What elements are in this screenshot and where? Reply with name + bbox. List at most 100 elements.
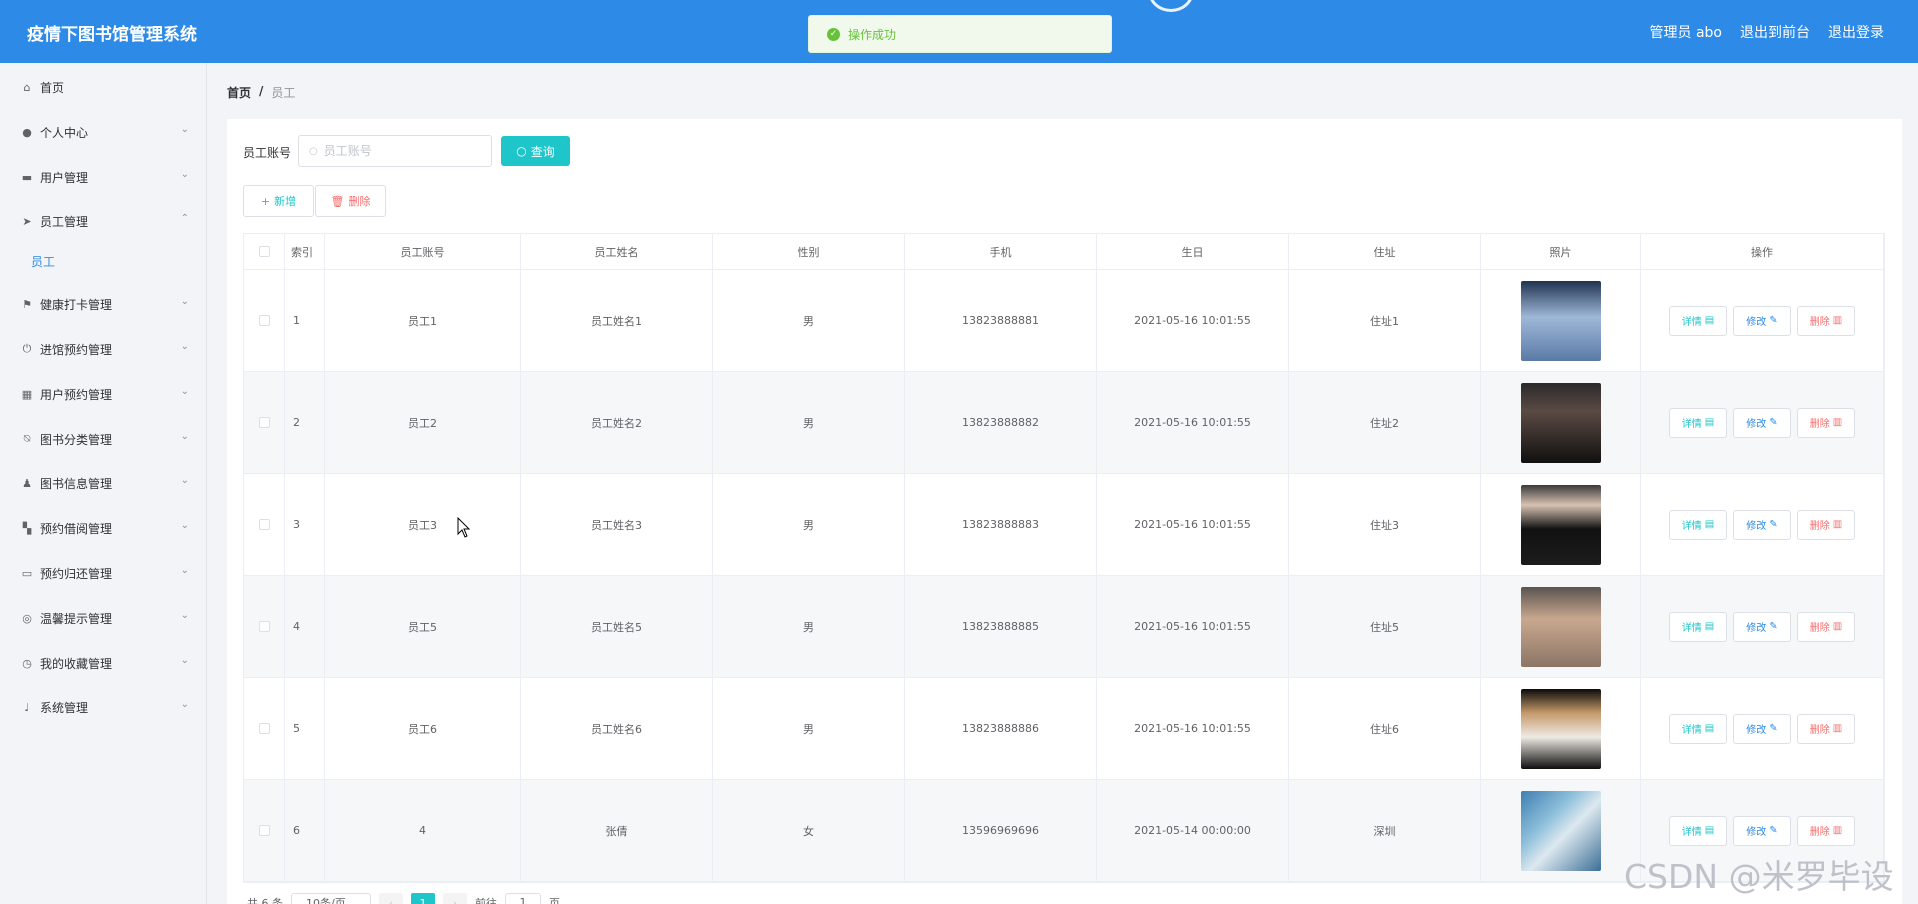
row-checkbox[interactable] xyxy=(258,315,270,326)
chevron-down-icon: ⌄ xyxy=(180,520,189,531)
table-row: 3 员工3 员工姓名3 男 13823888883 2021-05-16 10:… xyxy=(244,474,1884,576)
sidebar-item-label: 预约归还管理 xyxy=(40,566,113,581)
chevron-down-icon: ⌄ xyxy=(180,475,189,486)
delete-button[interactable]: 删除 ▥ xyxy=(1797,509,1855,540)
staff-photo xyxy=(1520,382,1601,463)
search-icon: ○ xyxy=(309,145,318,157)
sidebar-item-staff[interactable]: ➤ 员工管理 ⌃ xyxy=(0,199,207,243)
delete-button[interactable]: 删除 ▥ xyxy=(1797,611,1855,642)
detail-button[interactable]: 详情 ▤ xyxy=(1669,611,1727,642)
sidebar-item-label: 员工管理 xyxy=(40,214,89,229)
sidebar-item-book-info[interactable]: ♟ 图书信息管理 ⌄ xyxy=(0,461,207,505)
row-checkbox[interactable] xyxy=(258,723,270,734)
cell-index: 6 xyxy=(285,780,325,881)
user-icon: ● xyxy=(22,125,32,139)
total-count: 共 6 条 xyxy=(247,897,283,904)
sidebar-item-home[interactable]: ⌂ 首页 xyxy=(0,65,207,109)
document-icon: ▤ xyxy=(1704,723,1715,734)
detail-label: 详情 xyxy=(1681,827,1702,838)
edit-button[interactable]: 修改 ✎ xyxy=(1733,815,1791,846)
cell-actions: 详情 ▤ 修改 ✎ 删除 ▥ xyxy=(1641,678,1884,779)
edit-button[interactable]: 修改 ✎ xyxy=(1733,713,1791,744)
sidebar-item-health[interactable]: ⚑ 健康打卡管理 ⌄ xyxy=(0,282,207,326)
sidebar-item-users[interactable]: ▬ 用户管理 ⌄ xyxy=(0,155,207,199)
query-button[interactable]: ○ 查询 xyxy=(501,136,570,166)
detail-button[interactable]: 详情 ▤ xyxy=(1669,509,1727,540)
edit-button[interactable]: 修改 ✎ xyxy=(1733,509,1791,540)
back-to-front-link[interactable]: 退出到前台 xyxy=(1740,22,1810,42)
cell-index: 3 xyxy=(285,474,325,575)
sidebar-item-return[interactable]: ▭ 预约归还管理 ⌄ xyxy=(0,551,207,595)
edit-button[interactable]: 修改 ✎ xyxy=(1733,407,1791,438)
cell-actions: 详情 ▤ 修改 ✎ 删除 ▥ xyxy=(1641,372,1884,473)
watermark: CSDN @米罗毕设 xyxy=(1624,857,1894,896)
sidebar-item-favorites[interactable]: ◷ 我的收藏管理 ⌄ xyxy=(0,641,207,685)
sidebar-item-book-category[interactable]: ⍉ 图书分类管理 ⌄ xyxy=(0,417,207,461)
search-input[interactable] xyxy=(323,144,474,158)
col-account: 员工账号 xyxy=(325,234,521,269)
detail-button[interactable]: 详情 ▤ xyxy=(1669,407,1727,438)
breadcrumb-home[interactable]: 首页 xyxy=(227,84,251,101)
sidebar-item-tips[interactable]: ◎ 温馨提示管理 ⌄ xyxy=(0,596,207,640)
cell-account: 员工2 xyxy=(325,372,521,473)
staff-photo xyxy=(1520,280,1601,361)
col-photo: 照片 xyxy=(1481,234,1641,269)
page-number[interactable]: 1 xyxy=(411,893,435,904)
search-field[interactable]: ○ xyxy=(298,135,492,167)
col-phone: 手机 xyxy=(905,234,1097,269)
sidebar-item-system[interactable]: ♩ 系统管理 ⌄ xyxy=(0,685,207,729)
cell-index: 5 xyxy=(285,678,325,779)
logout-link[interactable]: 退出登录 xyxy=(1828,22,1884,42)
row-checkbox[interactable] xyxy=(258,417,270,428)
edit-button[interactable]: 修改 ✎ xyxy=(1733,611,1791,642)
cell-gender: 男 xyxy=(713,270,905,371)
col-gender: 性别 xyxy=(713,234,905,269)
batch-delete-button[interactable]: 🗑 删除 xyxy=(315,185,386,217)
power-icon: ⏻ xyxy=(22,342,32,355)
breadcrumb-current: 员工 xyxy=(271,86,296,100)
bell-off-icon: ⍉ xyxy=(23,432,31,445)
home-icon: ⌂ xyxy=(23,80,31,94)
delete-button[interactable]: 删除 ▥ xyxy=(1797,407,1855,438)
detail-button[interactable]: 详情 ▤ xyxy=(1669,815,1727,846)
sidebar-item-label: 图书分类管理 xyxy=(40,432,113,447)
query-button-label: 查询 xyxy=(530,144,555,159)
cell-photo xyxy=(1481,372,1641,473)
delete-button[interactable]: 删除 ▥ xyxy=(1797,815,1855,846)
prev-page-button[interactable]: ‹ xyxy=(379,893,403,904)
cell-address: 住址2 xyxy=(1289,372,1481,473)
chevron-down-icon: ⌄ xyxy=(180,655,189,666)
sidebar-item-user-reservation[interactable]: ▦ 用户预约管理 ⌄ xyxy=(0,372,207,416)
cell-gender: 男 xyxy=(713,474,905,575)
delete-label: 删除 xyxy=(1809,623,1830,634)
detail-button[interactable]: 详情 ▤ xyxy=(1669,305,1727,336)
select-all-checkbox[interactable] xyxy=(258,246,270,257)
delete-label: 删除 xyxy=(1809,419,1830,430)
detail-button[interactable]: 详情 ▤ xyxy=(1669,713,1727,744)
table-header: 索引 员工账号 员工姓名 性别 手机 生日 住址 照片 操作 xyxy=(244,234,1884,270)
page-size-select[interactable]: 10条/页 xyxy=(291,893,371,904)
cell-account: 员工6 xyxy=(325,678,521,779)
sidebar-item-label: 温馨提示管理 xyxy=(40,611,113,626)
sidebar-item-label: 图书信息管理 xyxy=(40,476,113,491)
grid-icon: ▦ xyxy=(21,387,33,401)
delete-button[interactable]: 删除 ▥ xyxy=(1797,305,1855,336)
sidebar-item-personal[interactable]: ● 个人中心 ⌄ xyxy=(0,110,207,154)
edit-button[interactable]: 修改 ✎ xyxy=(1733,305,1791,336)
sidebar-subitem-staff[interactable]: 员工 xyxy=(31,253,55,270)
detail-label: 详情 xyxy=(1681,623,1702,634)
add-button[interactable]: + 新增 xyxy=(243,185,314,217)
delete-button[interactable]: 删除 ▥ xyxy=(1797,713,1855,744)
trash-icon: ▥ xyxy=(1832,621,1843,632)
chevron-up-icon: ⌃ xyxy=(180,213,189,224)
sidebar-item-entry-reservation[interactable]: ⏻ 进馆预约管理 ⌄ xyxy=(0,327,207,371)
table-row: 4 员工5 员工姓名5 男 13823888885 2021-05-16 10:… xyxy=(244,576,1884,678)
next-page-button[interactable]: › xyxy=(443,893,467,904)
goto-input[interactable]: 1 xyxy=(505,893,541,904)
row-checkbox[interactable] xyxy=(258,621,270,632)
row-checkbox[interactable] xyxy=(258,519,270,530)
cell-photo xyxy=(1481,270,1641,371)
cell-actions: 详情 ▤ 修改 ✎ 删除 ▥ xyxy=(1641,474,1884,575)
row-checkbox[interactable] xyxy=(258,825,270,836)
sidebar-item-borrow[interactable]: ▚ 预约借阅管理 ⌄ xyxy=(0,506,207,550)
